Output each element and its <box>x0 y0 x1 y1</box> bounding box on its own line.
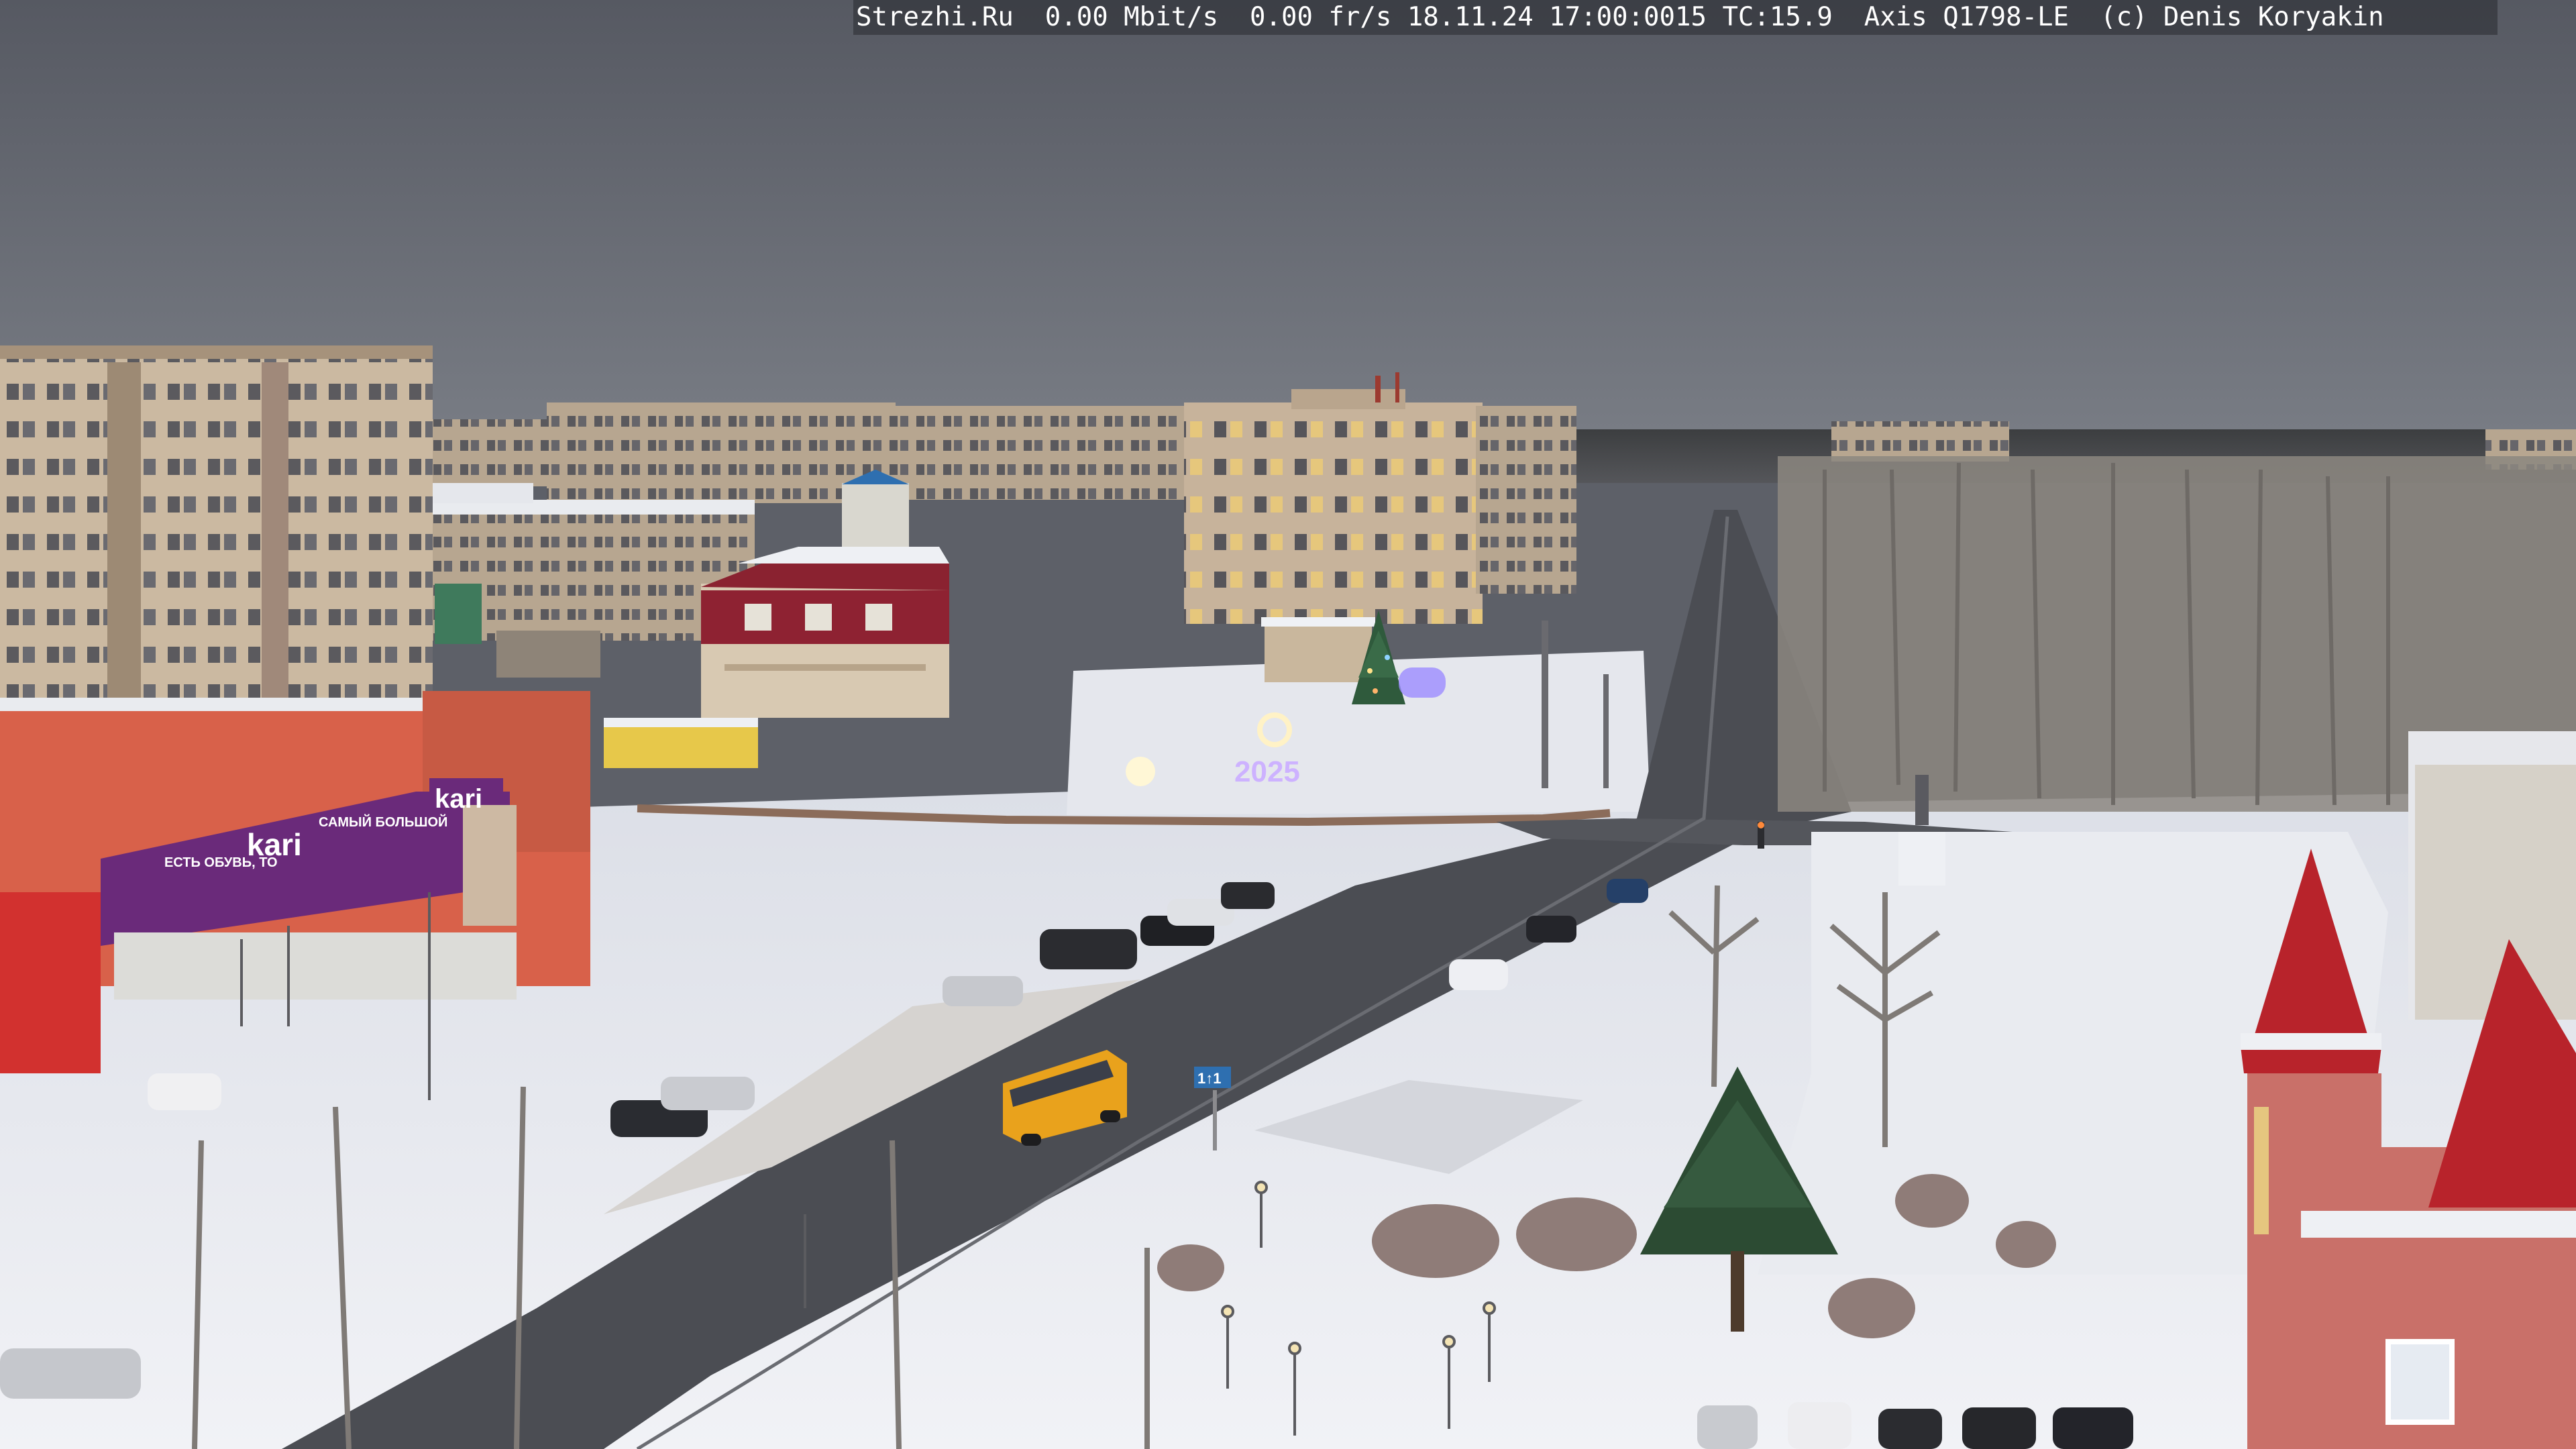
plaza-pavilion <box>1265 621 1372 682</box>
overlay-timestamp: 18.11.24 17:00:0015 <box>1407 2 1707 32</box>
new-year-light-sign: 2025 <box>1234 755 1300 788</box>
kari-store-logo: kari <box>435 784 482 814</box>
plaza-light-ball <box>1126 757 1155 786</box>
road-sign-text: 1↑1 <box>1197 1070 1221 1087</box>
central-apartment-block <box>1184 372 1576 624</box>
new-year-sign-text: 2025 <box>1234 755 1300 788</box>
overlay-bitrate: 0.00 Mbit/s <box>1044 2 1219 32</box>
plaza-light-figure <box>1399 667 1446 698</box>
kari-banner-text: САМЫЙ БОЛЬШОЙ <box>319 814 447 830</box>
overlay-camera: Axis Q1798-LE <box>1864 2 2070 32</box>
overlay-framerate: 0.00 fr/s <box>1250 2 1392 32</box>
overlay-site: Strezhi.Ru <box>856 2 1014 32</box>
overlay-tc: TC:15.9 <box>1722 2 1833 32</box>
webcam-scene: 2025 kari kari ЕСТЬ ОБУВЬ, ТО САМЫЙ БОЛЬ… <box>0 0 2576 1449</box>
camera-overlay: Strezhi.Ru 0.00 Mbit/s 0.00 fr/s 18.11.2… <box>853 0 2498 35</box>
overlay-credit: (c) Denis Koryakin <box>2100 2 2384 32</box>
yellow-shop <box>604 724 758 768</box>
kari-banner-tagline: ЕСТЬ ОБУВЬ, ТО <box>164 855 278 870</box>
